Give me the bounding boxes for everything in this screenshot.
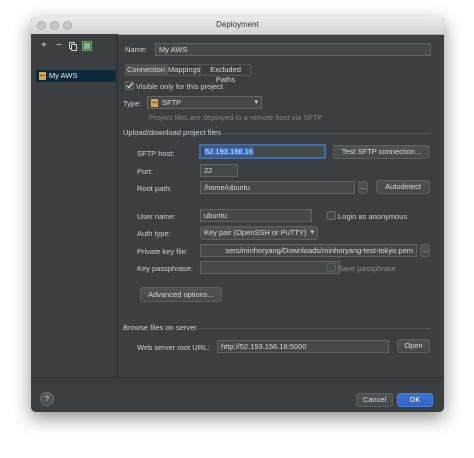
sftp-host-value: 52.193.156.16 [204, 147, 254, 156]
auth-type-value: Key pair (OpenSSH or PuTTY) [204, 228, 307, 237]
sftp-server-icon [39, 72, 46, 80]
port-field[interactable]: 22 [200, 164, 238, 177]
window-title: Deployment [216, 20, 259, 29]
sftp-type-icon [151, 99, 158, 108]
auth-type-label: Auth type: [137, 229, 171, 238]
add-server-button[interactable]: + [41, 40, 47, 51]
sftp-host-label: SFTP host: [137, 149, 175, 158]
title-bar: Deployment [31, 17, 444, 35]
user-name-label: User name: [137, 212, 176, 221]
web-root-label: Web server root URL: [137, 343, 210, 352]
type-hint: Project files are deployed to a remote h… [149, 113, 323, 122]
upload-section-divider [222, 133, 431, 134]
save-passphrase-checkbox[interactable] [327, 263, 336, 272]
key-passphrase-label: Key passphrase: [137, 264, 193, 273]
browse-section-title: Browse files on server [123, 323, 197, 332]
browse-section-divider [198, 328, 431, 329]
autodetect-button[interactable]: Autodetect [376, 180, 430, 194]
deployment-dialog: Deployment + − My AWS Name: My AWS Conne… [31, 17, 444, 412]
list-item[interactable]: My AWS [36, 70, 116, 82]
user-name-field[interactable]: ubuntu [200, 209, 312, 222]
anonymous-checkbox[interactable] [327, 211, 336, 220]
root-path-field[interactable]: /home/ubuntu [200, 181, 355, 194]
default-server-icon[interactable] [82, 41, 92, 51]
dialog-footer: ? Cancel OK [31, 377, 444, 412]
visible-only-label: Visible only for this project [136, 82, 223, 91]
open-button[interactable]: Open [397, 339, 430, 353]
tab-excluded-paths[interactable]: Excluded Paths [200, 64, 251, 84]
upload-section-title: Upload/download project files [123, 128, 221, 137]
type-select[interactable]: SFTP ▾ [147, 96, 262, 109]
name-field[interactable]: My AWS [155, 43, 431, 56]
test-sftp-connection-button[interactable]: Test SFTP connection... [333, 145, 430, 159]
private-key-field[interactable]: sers/minhoryang/Downloads/minhoryang-tes… [200, 244, 417, 257]
port-label: Port: [137, 167, 153, 176]
type-label: Type: [123, 99, 142, 108]
help-button[interactable]: ? [40, 392, 54, 406]
ok-button[interactable]: OK [397, 393, 433, 407]
name-label: Name: [125, 45, 148, 54]
key-passphrase-field[interactable] [200, 261, 340, 274]
sftp-host-field[interactable]: 52.193.156.16 [200, 145, 325, 158]
tab-connection[interactable]: Connection [125, 64, 167, 76]
web-root-field[interactable]: http://52.193.156.16:5000 [217, 340, 389, 353]
server-name: My AWS [49, 71, 78, 80]
remove-server-button[interactable]: − [56, 40, 62, 51]
advanced-options-button[interactable]: Advanced options... [140, 287, 222, 302]
auth-type-select[interactable]: Key pair (OpenSSH or PuTTY) ▾ [200, 226, 318, 240]
private-key-label: Private key file: [137, 247, 188, 256]
chevron-down-icon: ▾ [310, 229, 314, 236]
private-key-browse-button[interactable]: ... [420, 244, 430, 257]
tab-mappings[interactable]: Mappings [167, 64, 201, 76]
help-icon: ? [44, 394, 50, 403]
save-passphrase-label: Save passphrase [338, 264, 396, 273]
server-list-panel: + − My AWS [31, 34, 118, 377]
anonymous-label: Login as anonymous [338, 212, 408, 221]
root-path-browse-button[interactable]: ... [358, 181, 368, 194]
copy-icon[interactable] [69, 42, 77, 51]
chevron-down-icon: ▾ [254, 99, 258, 106]
visible-only-checkbox[interactable] [125, 81, 134, 90]
type-value: SFTP [162, 98, 182, 107]
root-path-label: Root path: [137, 184, 172, 193]
cancel-button[interactable]: Cancel [356, 393, 393, 407]
